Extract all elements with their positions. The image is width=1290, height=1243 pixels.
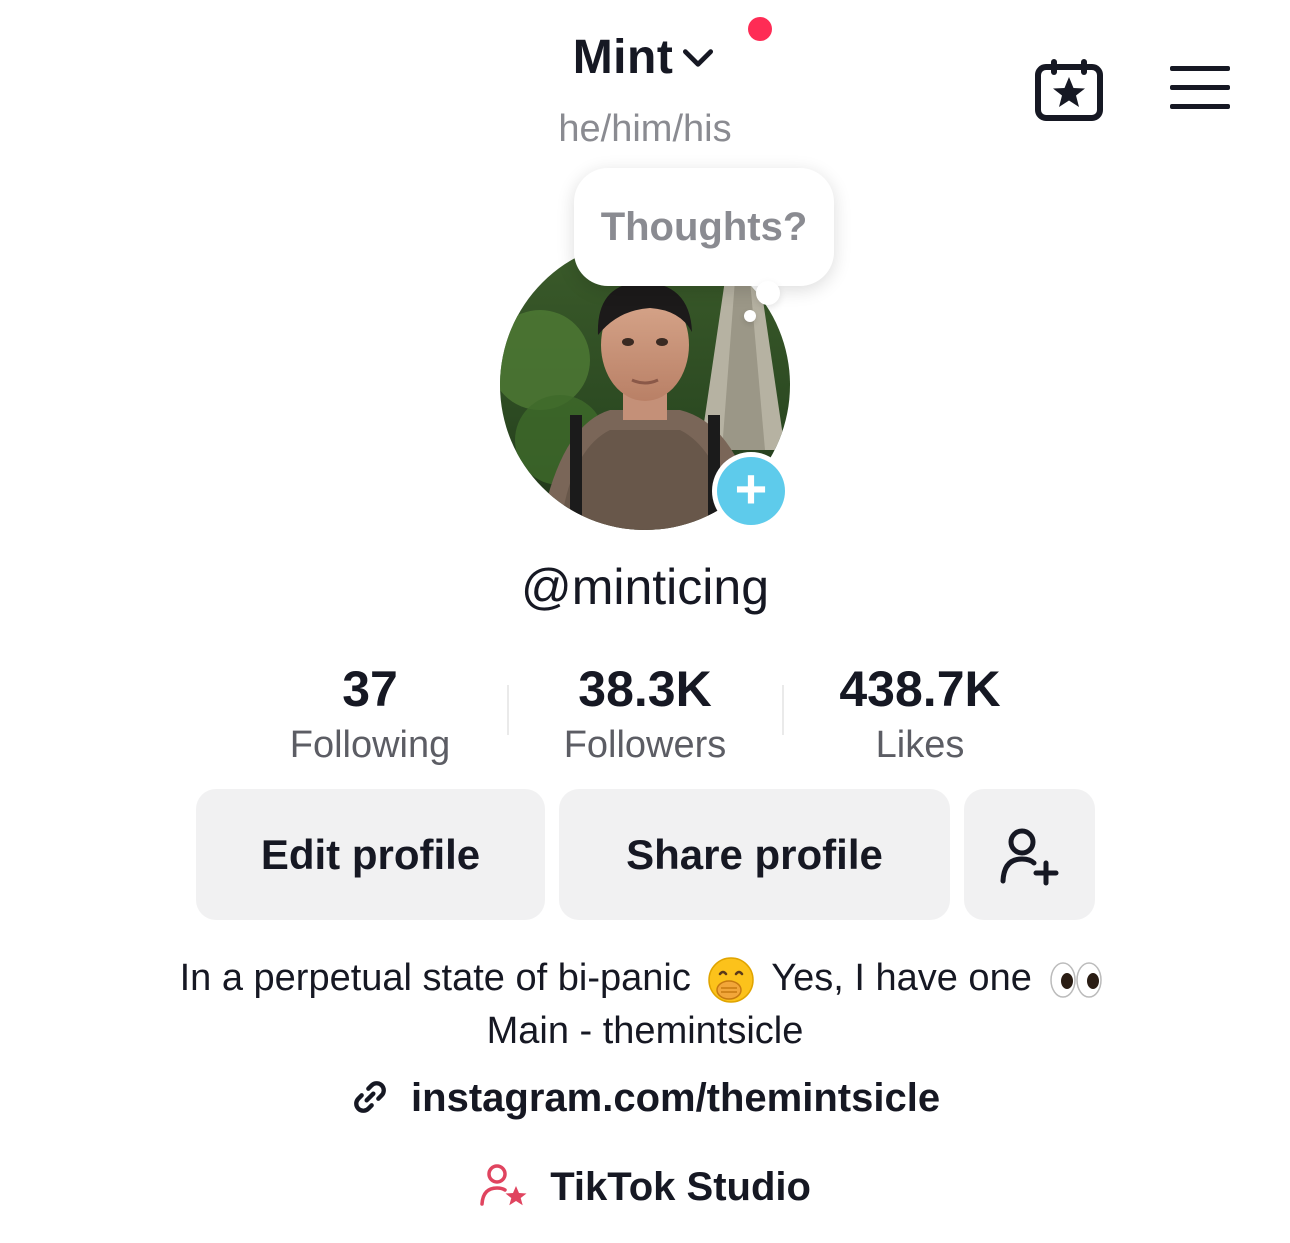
edit-profile-button[interactable]: Edit profile <box>196 789 545 920</box>
face-with-hand-over-mouth-emoji <box>708 957 755 1003</box>
stat-following[interactable]: 37 Following <box>240 660 500 767</box>
creator-star-icon <box>480 1164 527 1206</box>
tiktok-studio-button[interactable]: TikTok Studio <box>0 1162 1290 1210</box>
username: @minticing <box>520 559 770 615</box>
bio-link-text: instagram.com/themintsicle <box>411 1076 941 1120</box>
share-profile-label: Share profile <box>626 830 883 878</box>
stat-divider <box>782 685 784 735</box>
likes-count: 438.7K <box>839 661 1001 717</box>
display-name: Mint <box>572 31 674 84</box>
calendar-star-icon[interactable] <box>1034 58 1104 122</box>
share-profile-button[interactable]: Share profile <box>559 789 950 920</box>
tiktok-studio-label: TikTok Studio <box>550 1165 811 1209</box>
plus-icon: + <box>734 457 768 520</box>
add-friend-button[interactable] <box>964 789 1095 920</box>
bio-line-2: Main - themintsicle <box>486 1010 804 1052</box>
notification-dot <box>748 17 772 41</box>
following-count: 37 <box>342 661 398 717</box>
hamburger-menu-icon[interactable] <box>1170 66 1230 114</box>
following-label: Following <box>289 724 451 766</box>
chevron-down-icon <box>683 48 714 67</box>
eyes-emoji <box>1050 962 1103 998</box>
note-bubble[interactable]: Thoughts? <box>574 168 834 286</box>
edit-profile-label: Edit profile <box>260 830 481 878</box>
likes-label: Likes <box>875 724 965 766</box>
stat-followers[interactable]: 38.3K Followers <box>515 660 775 767</box>
stat-likes[interactable]: 438.7K Likes <box>790 660 1050 767</box>
bio-line-1: In a perpetual state of bi-panic Yes, I … <box>0 956 1290 1004</box>
bio-text-2: Yes, I have one <box>771 957 1032 1000</box>
bio-text-1: In a perpetual state of bi-panic <box>179 957 691 1000</box>
note-bubble-tail <box>756 281 780 305</box>
add-story-button[interactable]: + <box>712 452 790 530</box>
bio-link[interactable]: instagram.com/themintsicle <box>0 1076 1290 1121</box>
note-bubble-text: Thoughts? <box>600 204 808 249</box>
add-user-icon <box>1000 828 1058 885</box>
stat-divider <box>507 685 509 735</box>
followers-count: 38.3K <box>578 661 712 717</box>
followers-label: Followers <box>563 724 727 766</box>
link-icon <box>354 1081 386 1113</box>
note-bubble-tail-dot <box>744 310 756 322</box>
